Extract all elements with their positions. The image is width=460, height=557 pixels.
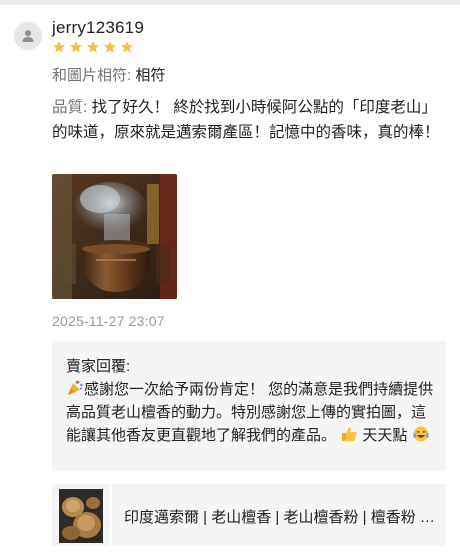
quality-text: 找了好久！ 終於找到小時候阿公點的「印度老山」的味道，原來就是邁索爾產區！記憶中… [52,99,440,141]
star-icon [52,41,66,53]
incense-burner-photo [52,174,177,299]
star-icon [86,41,100,53]
star-rating [52,40,134,54]
match-label: 和圖片相符: [52,67,136,84]
thumbs-up-icon [340,425,358,443]
top-separator [0,0,460,5]
tears-of-joy-icon [412,425,430,443]
product-card[interactable]: 印度邁索爾 | 老山檀香 | 老山檀香粉 | 檀香粉 | 檀香 | 老山檀 [52,484,446,546]
reviewer-username: jerry123619 [52,18,144,37]
seller-reply-text: 感謝您一次給予兩份肯定！ 您的滿意是我們持續提供高品質老山檀香的動力。特別感謝您… [66,378,438,447]
review-timestamp: 2025-11-27 23:07 [52,313,165,329]
avatar[interactable] [14,22,42,50]
review-photo[interactable] [52,174,177,299]
match-description: 和圖片相符: 相符 [52,66,165,86]
star-icon [120,41,134,53]
review-text: 品質: 找了好久！ 終於找到小時候阿公點的「印度老山」的味道，原來就是邁索爾產區… [52,95,452,145]
product-title[interactable]: 印度邁索爾 | 老山檀香 | 老山檀香粉 | 檀香粉 | 檀香 | 老山檀 [124,506,436,527]
quality-label: 品質: [52,99,92,116]
seller-reply: 賣家回覆: 感謝您一次給予兩份肯定！ 您的滿意是我們持續提供高品質老山檀香的動力… [52,341,446,471]
star-icon [103,41,117,53]
sandalwood-product-thumbnail [59,489,103,543]
product-divider [110,484,112,546]
seller-reply-title: 賣家回覆: [66,358,131,375]
product-thumbnail [59,489,103,543]
party-popper-icon [66,379,84,397]
seller-signature: 天天點 [358,427,408,444]
star-icon [69,41,83,53]
match-value: 相符 [135,67,166,84]
user-icon [22,30,34,42]
